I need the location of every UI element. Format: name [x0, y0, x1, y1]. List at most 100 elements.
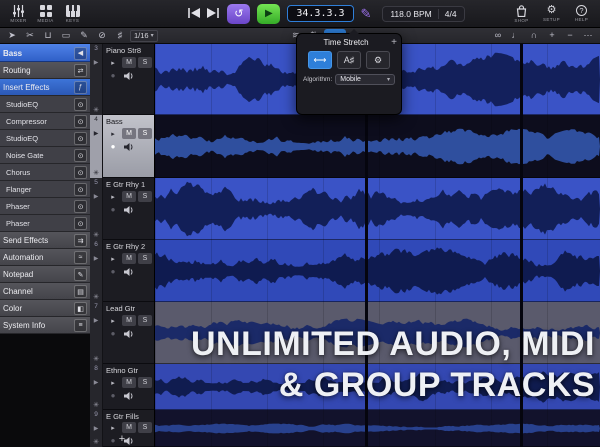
algorithm-dropdown[interactable]: Mobile ▾: [335, 74, 395, 85]
power-icon[interactable]: ⊙: [74, 98, 87, 111]
track-header-ethno-gtr[interactable]: 8 ▶ ✳ Ethno Gtr ▸ M S ●: [90, 364, 154, 410]
mute-button[interactable]: M: [122, 57, 136, 68]
grid-value-dropdown[interactable]: 1/16▾: [130, 30, 158, 42]
mute-button[interactable]: M: [122, 128, 136, 139]
solo-button[interactable]: S: [138, 315, 152, 326]
record-arm-button[interactable]: ●: [106, 70, 120, 81]
media-button[interactable]: MEDIA: [32, 1, 59, 27]
insert-slot-row[interactable]: Flanger ⊙: [0, 181, 90, 198]
inspector-section-channel[interactable]: Channel ▤: [0, 283, 90, 300]
monitor-button[interactable]: ▸: [106, 315, 120, 326]
track-header-bass[interactable]: 4 ▶ ✳ Bass ▸ M S ●: [90, 115, 154, 178]
solo-button[interactable]: S: [138, 377, 152, 388]
record-arm-button[interactable]: ●: [106, 390, 120, 401]
record-arm-button[interactable]: ●: [106, 328, 120, 339]
snap-tool[interactable]: ∩: [526, 29, 542, 42]
insert-slot-row[interactable]: Chorus ⊙: [0, 164, 90, 181]
expand-icon[interactable]: +: [391, 39, 397, 47]
zoom-out-tool[interactable]: −: [562, 29, 578, 42]
tempo-display[interactable]: 118.0 BPM 4/4: [382, 6, 464, 22]
audio-region-bass[interactable]: [155, 115, 600, 178]
record-arm-button[interactable]: ●: [106, 204, 120, 215]
split-tool[interactable]: ✂: [22, 29, 38, 42]
insert-slot-row[interactable]: StudioEQ ⊙: [0, 130, 90, 147]
setup-button[interactable]: ⚙ SETUP: [538, 1, 565, 27]
help-button[interactable]: ? HELP: [568, 1, 595, 27]
monitor-button[interactable]: ▸: [106, 128, 120, 139]
zoom-in-tool[interactable]: +: [544, 29, 560, 42]
collapse-icon[interactable]: ◀: [74, 47, 87, 60]
speaker-button[interactable]: [122, 266, 136, 277]
more-tools[interactable]: ⋯: [580, 29, 596, 42]
mute-button[interactable]: M: [122, 191, 136, 202]
play-button[interactable]: ▶: [257, 4, 280, 24]
shop-button[interactable]: SHOP: [508, 1, 535, 27]
inspector-section-send-effects[interactable]: Send Effects ⇉: [0, 232, 90, 249]
freeze-icon[interactable]: ✳: [93, 355, 99, 363]
freeze-icon[interactable]: ✳: [93, 293, 99, 301]
mixer-button[interactable]: MIXER: [5, 1, 32, 27]
freeze-icon[interactable]: ✳: [93, 169, 99, 177]
add-track-button[interactable]: +: [90, 434, 154, 445]
inspector-section-automation[interactable]: Automation ≈: [0, 249, 90, 266]
skip-back-button[interactable]: [187, 5, 200, 23]
metronome-tool[interactable]: ♩: [508, 29, 524, 42]
skip-forward-button[interactable]: [207, 5, 220, 23]
loop-tool[interactable]: ∞: [490, 29, 506, 42]
settings-gear-icon[interactable]: ⚙: [366, 51, 390, 69]
power-icon[interactable]: ⊙: [74, 166, 87, 179]
power-icon[interactable]: ⊙: [74, 200, 87, 213]
inspector-section-system-info[interactable]: System Info ≡: [0, 317, 90, 334]
solo-button[interactable]: S: [138, 253, 152, 264]
transpose-tool[interactable]: ♯: [112, 29, 128, 42]
mute-button[interactable]: M: [122, 315, 136, 326]
select-tool[interactable]: ➤: [4, 29, 20, 42]
mute-button[interactable]: M: [122, 422, 136, 433]
stretch-mode-button[interactable]: ⟷: [308, 51, 332, 69]
speaker-button[interactable]: [122, 70, 136, 81]
audio-region-e-gtr-rhy-2[interactable]: [155, 240, 600, 302]
insert-slot-row[interactable]: StudioEQ ⊙: [0, 96, 90, 113]
monitor-button[interactable]: ▸: [106, 253, 120, 264]
speaker-button[interactable]: [122, 141, 136, 152]
track-header-piano-str8[interactable]: 3 ▶ ✳ Piano Str8 ▸ M S ●: [90, 44, 154, 115]
mute-button[interactable]: M: [122, 253, 136, 264]
monitor-button[interactable]: ▸: [106, 377, 120, 388]
power-icon[interactable]: ⊙: [74, 132, 87, 145]
insert-slot-row[interactable]: Phaser ⊙: [0, 198, 90, 215]
monitor-button[interactable]: ▸: [106, 57, 120, 68]
speaker-button[interactable]: [122, 204, 136, 215]
undo-button[interactable]: ↺: [227, 4, 250, 24]
draw-record-pen-icon[interactable]: ✎: [361, 6, 372, 22]
audio-region-e-gtr-rhy-1[interactable]: [155, 178, 600, 240]
pitch-mode-button[interactable]: A♯: [337, 51, 361, 69]
freeze-icon[interactable]: ✳: [93, 401, 99, 409]
insert-slot-row[interactable]: Compressor ⊙: [0, 113, 90, 130]
record-arm-button[interactable]: ●: [106, 266, 120, 277]
time-position-display[interactable]: 34.3.3.3: [287, 5, 353, 22]
power-icon[interactable]: ⊙: [74, 149, 87, 162]
solo-button[interactable]: S: [138, 57, 152, 68]
inspector-track-header[interactable]: Bass ◀: [0, 44, 90, 62]
power-icon[interactable]: ⊙: [74, 183, 87, 196]
speaker-button[interactable]: [122, 328, 136, 339]
inspector-section-notepad[interactable]: Notepad ✎: [0, 266, 90, 283]
insert-effects-row[interactable]: Insert Effects ƒ: [0, 79, 90, 96]
monitor-button[interactable]: ▸: [106, 191, 120, 202]
freeze-icon[interactable]: ✳: [93, 106, 99, 114]
solo-button[interactable]: S: [138, 128, 152, 139]
audio-region-e-gtr-fills[interactable]: [155, 410, 600, 447]
power-icon[interactable]: ⊙: [74, 217, 87, 230]
keys-button[interactable]: KEYS: [59, 1, 86, 27]
inspector-section-color[interactable]: Color ◧: [0, 300, 90, 317]
glue-tool[interactable]: ⊔: [40, 29, 56, 42]
erase-tool[interactable]: ▭: [58, 29, 74, 42]
mute-button[interactable]: M: [122, 377, 136, 388]
record-arm-button[interactable]: ●: [106, 141, 120, 152]
mute-tool[interactable]: ⊘: [94, 29, 110, 42]
power-icon[interactable]: ⊙: [74, 115, 87, 128]
solo-button[interactable]: S: [138, 191, 152, 202]
track-header-e-gtr-rhy-2[interactable]: 6 ▶ ✳ E Gtr Rhy 2 ▸ M S ●: [90, 240, 154, 302]
insert-slot-row[interactable]: Phaser ⊙: [0, 215, 90, 232]
freeze-icon[interactable]: ✳: [93, 231, 99, 239]
